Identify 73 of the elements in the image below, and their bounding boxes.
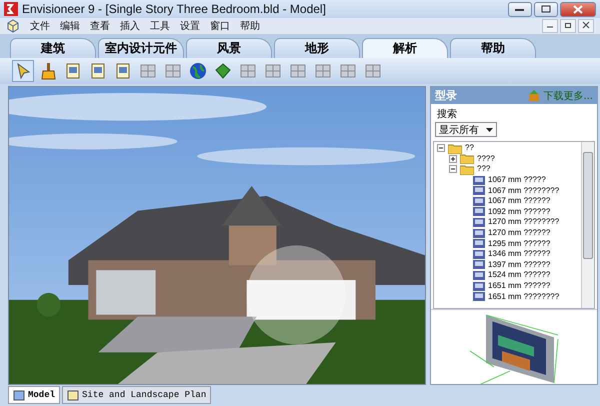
tree-item[interactable]: 1346 mm ??????: [488, 249, 550, 260]
menu-item[interactable]: 插入: [120, 19, 140, 33]
ribbon-tab[interactable]: 解析: [362, 38, 448, 58]
menu-item[interactable]: 窗口: [210, 19, 230, 33]
menu-item[interactable]: 帮助: [240, 19, 260, 33]
close-icon: [582, 21, 590, 29]
tree-item[interactable]: 1067 mm ?????: [488, 175, 546, 186]
minimize-icon: [515, 6, 525, 12]
window-icon: [473, 176, 485, 185]
tree-item[interactable]: 1651 mm ??????: [488, 281, 550, 292]
pointer-tool[interactable]: [12, 60, 34, 82]
scrollbar[interactable]: [581, 142, 594, 308]
view-tab[interactable]: Model: [8, 386, 60, 404]
ribbon-tab[interactable]: 建筑: [10, 38, 96, 58]
tree-item[interactable]: 1270 mm ??????: [488, 228, 550, 238]
restore-icon: [564, 21, 572, 29]
window-icon: [473, 228, 485, 238]
window-icon: [473, 270, 485, 280]
close-icon: [573, 4, 583, 14]
window-icon: [473, 282, 485, 291]
ribbon-tab[interactable]: 地形: [274, 38, 360, 58]
menu-item[interactable]: 设置: [180, 19, 200, 33]
plan-icon: [67, 390, 80, 400]
window-icon: [473, 186, 485, 196]
tree-item[interactable]: 1092 mm ??????: [488, 206, 550, 217]
maximize-button[interactable]: [534, 2, 558, 16]
window-icon: [473, 218, 485, 227]
caret-icon: [486, 128, 493, 132]
ribbon-tab[interactable]: 风景: [186, 38, 272, 58]
cube-icon: [13, 390, 25, 400]
app-logo-icon: [4, 2, 18, 16]
folder-icon: [448, 142, 462, 154]
tree-item[interactable]: 1067 mm ????????: [488, 186, 560, 196]
tree-item[interactable]: 1397 mm ??????: [488, 260, 550, 270]
window-icon: [473, 196, 485, 206]
filter-dropdown[interactable]: 显示所有: [435, 122, 497, 137]
ribbon-tab[interactable]: 室内设计元件: [98, 38, 184, 58]
close-button[interactable]: [560, 2, 596, 16]
window-icon: [473, 239, 485, 248]
collapse-icon[interactable]: [437, 144, 445, 152]
minimize-button[interactable]: [508, 2, 532, 16]
folder-icon: [460, 153, 474, 164]
minimize-button[interactable]: [542, 19, 558, 33]
tree-item[interactable]: ???: [477, 164, 490, 174]
tree-item[interactable]: 1067 mm ??????: [488, 196, 550, 206]
search-label: 搜索: [436, 108, 458, 122]
menu-item[interactable]: 编辑: [60, 19, 80, 33]
tree-item[interactable]: 1524 mm ??????: [488, 270, 550, 280]
menu-item[interactable]: 查看: [90, 19, 110, 33]
download-icon: [529, 90, 540, 101]
expand-icon[interactable]: [449, 154, 457, 163]
restore-button[interactable]: [560, 19, 576, 33]
window-icon: [473, 260, 485, 270]
menu-item[interactable]: 工具: [150, 19, 170, 33]
folder-icon: [460, 164, 474, 175]
tree-item[interactable]: 1270 mm ????????: [488, 217, 560, 228]
panel-title: 型录: [435, 88, 457, 103]
menu-item[interactable]: 文件: [30, 19, 50, 33]
close-button[interactable]: [578, 19, 594, 33]
globe-tool[interactable]: [187, 60, 209, 82]
cube-icon: [6, 19, 20, 33]
window-icon: [473, 207, 485, 216]
ribbon-tab[interactable]: 帮助: [450, 38, 536, 58]
maximize-icon: [541, 5, 551, 13]
collapse-icon[interactable]: [449, 165, 457, 174]
tree-item[interactable]: ????: [477, 154, 495, 164]
window-title: Envisioneer 9 - [Single Story Three Bedroom.bld - Model]: [22, 2, 326, 16]
tree-item[interactable]: 1651 mm ????????: [488, 292, 560, 302]
tree-item[interactable]: 1295 mm ??????: [488, 238, 550, 249]
window-icon: [473, 250, 485, 259]
tree-item[interactable]: ??: [465, 143, 474, 154]
window-icon: [473, 292, 485, 302]
view-tab[interactable]: Site and Landscape Plan: [62, 386, 212, 404]
